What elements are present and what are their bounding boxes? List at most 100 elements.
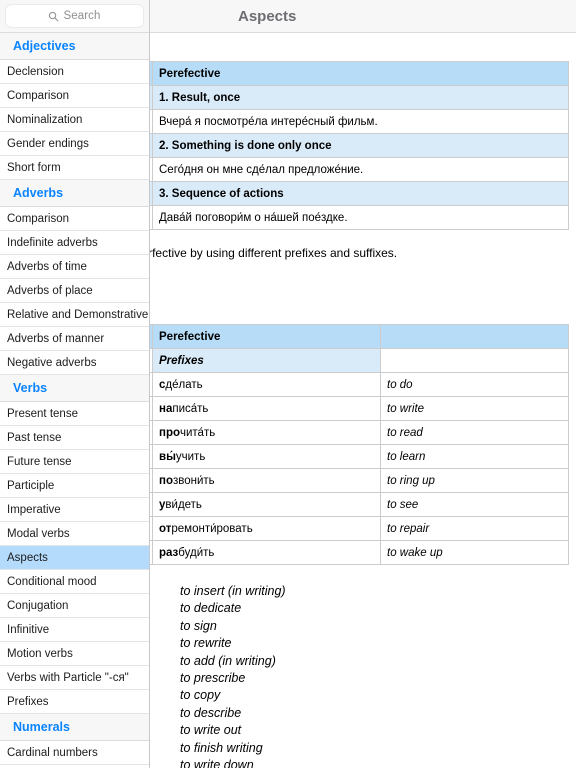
bottom-spacer [150,565,576,583]
sidebar-section-verbs[interactable]: Verbs [0,375,149,402]
sidebar-item-past-tense[interactable]: Past tense [0,426,149,450]
table-header-row: ImperfectivePerefective [150,61,569,86]
sidebar-item-adverbs-of-time[interactable]: Adverbs of time [0,255,149,279]
table-row: 1. Process, repetition1. Result, once [150,85,569,110]
table-row: де́латьсде́латьto do [150,372,569,397]
sidebar-item-aspects[interactable]: Aspects [0,546,149,570]
sidebar-item-comparison[interactable]: Comparison [0,207,149,231]
top-spacer [150,33,576,61]
cell-perfective: Дава́й поговори́м о на́шей пое́здке. [152,205,569,230]
gloss-list-item: to prescribe [180,671,246,686]
search-placeholder: Search [63,10,101,22]
header-perfective: Perefective [152,61,569,86]
verb-stem: писа́ть [172,402,209,415]
table-row: чита́тьпрочита́тьto read [150,420,569,445]
sidebar-item-modal-verbs[interactable]: Modal verbs [0,522,149,546]
document-scroll-area[interactable]: ImperfectivePerefective1. Process, repet… [150,33,576,768]
app-root: Search Adjectives Declension Comparison Nom… [0,0,576,768]
verb-stem: учить [175,450,206,463]
verb-stem: буди́ть [178,546,215,559]
mid-spacer [150,262,576,324]
sidebar-item-present-tense[interactable]: Present tense [0,402,149,426]
cell-perfective: 1. Result, once [152,85,569,110]
sidebar-item-adverbs-of-place[interactable]: Adverbs of place [0,279,149,303]
sidebar-item-relative-and-demonstrative[interactable]: Relative and Demonstrative... [0,303,149,327]
cell-perfective-verb: уви́деть [152,492,381,517]
sidebar-item-indefinite-adverbs[interactable]: Indefinite adverbs [0,231,149,255]
sidebar-item-cardinal-numbers[interactable]: Cardinal numbers [0,741,149,765]
cell-perfective-verb: позвони́ть [152,468,381,493]
sidebar-item-imperative[interactable]: Imperative [0,498,149,522]
sidebar-section-numerals[interactable]: Numerals [0,714,149,741]
sidebar-item-nominalization[interactable]: Nominalization [0,108,149,132]
sidebar-item-prefixes[interactable]: Prefixes [0,690,149,714]
sidebar-section-adjectives[interactable]: Adjectives [0,33,149,60]
aspects-usage-table: ImperfectivePerefective1. Process, repet… [150,61,569,230]
cell-perfective: 2. Something is done only once [152,133,569,158]
sidebar-item-infinitive[interactable]: Infinitive [0,618,149,642]
sidebar-section-adverbs[interactable]: Adverbs [0,180,149,207]
subheader-prefixes: Prefixes [152,348,381,373]
table-header-row: ImperfectivePerefective [150,324,569,349]
sidebar-item-participle[interactable]: Participle [0,474,149,498]
table-row: Ка́ждое у́тро он де́лает заря́дку.Сего́д… [150,157,569,182]
table-row: ремонти́роватьотремонти́роватьto repair [150,516,569,541]
verb-stem: ви́деть [165,498,202,511]
content-pane: Aspects ImperfectivePerefective1. Proces… [150,0,576,768]
table-row: писа́тьнаписа́тьto write [150,396,569,421]
cell-gloss: to read [380,420,569,445]
table-row: буди́тьразбуди́тьto wake up [150,540,569,565]
sidebar-nav-list[interactable]: Adjectives Declension Comparison Nominaliza… [0,33,149,765]
gloss-list: to insert (in writing) to dedicate to sign… [150,583,576,768]
cell-perfective: Вчера́ я посмотре́ла интере́сный фильм. [152,109,569,134]
cell-gloss: to repair [380,516,569,541]
sidebar-item-adverbs-of-manner[interactable]: Adverbs of manner [0,327,149,351]
cell-perfective: Сего́дня он мне сде́лал предложе́ние. [152,157,569,182]
table-row: Мы говори́ли о на́шей пое́здке.Дава́й по… [150,205,569,230]
sidebar-item-comparison[interactable]: Comparison [0,84,149,108]
header-perfective: Perefective [152,324,381,349]
verb-prefix: про [159,426,180,439]
document-content: ImperfectivePerefective1. Process, repet… [150,33,576,768]
page-title: Aspects [238,8,297,25]
subheader-blank-3 [380,348,569,373]
table-row: 3. Simultaneous actions3. Sequence of ac… [150,181,569,206]
search-bar-container: Search [0,0,149,33]
cell-gloss: to do [380,372,569,397]
sidebar-item-gender-endings[interactable]: Gender endings [0,132,149,156]
cell-perfective-verb: написа́ть [152,396,381,421]
table-subheader-row: Prefixes [150,348,569,373]
verb-stem: звони́ть [172,474,215,487]
sidebar-item-verbs-with-particle[interactable]: Verbs with Particle "-ся" [0,666,149,690]
sidebar-item-short-form[interactable]: Short form [0,156,149,180]
cell-perfective-verb: разбуди́ть [152,540,381,565]
verb-prefix: вы́ [159,450,176,463]
cell-gloss: to ring up [380,468,569,493]
verb-prefix: раз [159,546,179,559]
header-gloss [380,324,569,349]
sidebar-item-conjugation[interactable]: Conjugation [0,594,149,618]
search-icon [49,11,59,21]
gloss-list-item: to write out [180,723,242,738]
cell-gloss: to write [380,396,569,421]
table-row: 2. Something is done regularly2. Somethi… [150,133,569,158]
cell-perfective-verb: отремонти́ровать [152,516,381,541]
table-row: Вчера я смотрела интересный фильм.Вчера́… [150,109,569,134]
verb-stem: ремонти́ровать [171,522,253,535]
cell-gloss: to wake up [380,540,569,565]
sidebar-item-declension[interactable]: Declension [0,60,149,84]
verb-stem: чита́ть [180,426,216,439]
content-titlebar: Aspects [150,0,576,33]
search-input[interactable]: Search [6,5,143,27]
sidebar: Search Adjectives Declension Comparison Nom… [0,0,150,768]
verb-prefix: на [159,402,173,415]
sidebar-item-future-tense[interactable]: Future tense [0,450,149,474]
gloss-list-item: to insert (in writing) [180,584,286,598]
cell-gloss: to learn [380,444,569,469]
cell-perfective-verb: прочита́ть [152,420,381,445]
cell-perfective-verb: сде́лать [152,372,381,397]
sidebar-item-motion-verbs[interactable]: Motion verbs [0,642,149,666]
gloss-list-item: to sign [180,618,217,633]
sidebar-item-conditional-mood[interactable]: Conditional mood [0,570,149,594]
sidebar-item-negative-adverbs[interactable]: Negative adverbs [0,351,149,375]
